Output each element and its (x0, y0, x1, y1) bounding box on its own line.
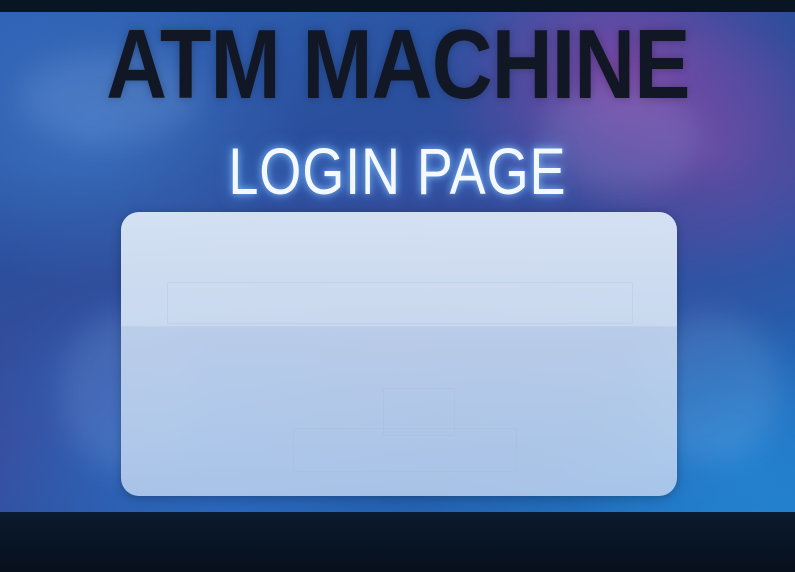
app-title: ATM MACHINE (106, 9, 690, 119)
account-number-field[interactable] (167, 282, 633, 324)
login-card (121, 212, 677, 496)
login-button[interactable] (293, 428, 517, 472)
page-subtitle: LOGIN PAGE (228, 134, 567, 208)
bottom-frame-bar (0, 512, 795, 572)
